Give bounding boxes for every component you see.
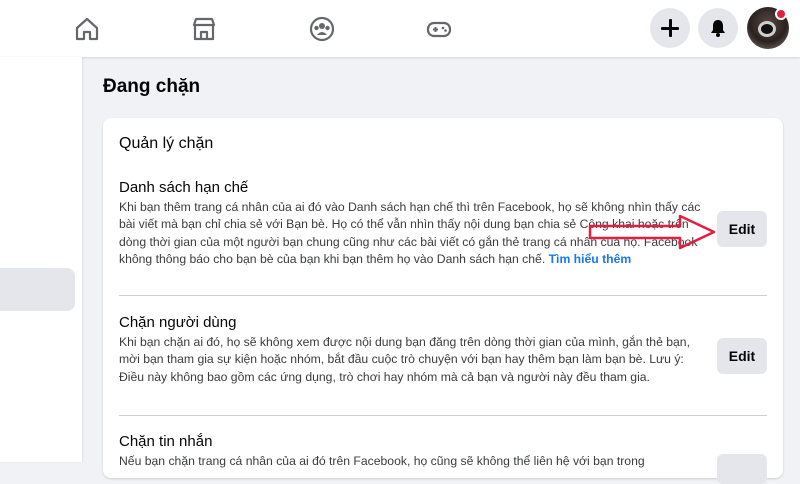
learn-more-link[interactable]: Tìm hiểu thêm [549,252,632,266]
marketplace-icon[interactable] [187,12,221,46]
section-heading: Chặn tin nhắn [119,433,213,450]
block-messages-section: Chặn tin nhắn Nếu bạn chặn trang cá nhân… [119,433,769,470]
sidebar-item-selected[interactable] [0,268,75,311]
edit-block-messages-button[interactable] [717,454,767,484]
gaming-icon[interactable] [422,12,456,46]
edit-restricted-list-button[interactable]: Edit [717,211,767,247]
notifications-button[interactable] [698,8,738,48]
left-sidebar [0,57,82,462]
section-description: Khi bạn chặn ai đó, họ sẽ không xem được… [119,335,690,384]
divider [119,415,767,416]
block-users-section: Chặn người dùng Khi bạn chặn ai đó, họ s… [119,314,769,386]
card-title: Quản lý chặn [119,135,214,152]
create-plus-button[interactable] [650,8,690,48]
page-title: Đang chặn [103,76,201,97]
section-heading: Chặn người dùng [119,314,237,331]
plus-icon [661,19,679,37]
blocking-card: Quản lý chặn Danh sách hạn chế Khi bạn t… [103,118,783,484]
divider [119,295,767,296]
annotation-arrow-icon [588,214,716,250]
notification-badge [775,8,787,20]
bell-icon [711,20,725,37]
camera-lens-icon [758,21,776,37]
section-heading: Danh sách hạn chế [119,179,249,196]
edit-block-users-button[interactable]: Edit [717,338,767,374]
groups-icon[interactable] [305,12,339,46]
home-icon[interactable] [70,12,104,46]
top-navigation-bar [0,0,800,57]
